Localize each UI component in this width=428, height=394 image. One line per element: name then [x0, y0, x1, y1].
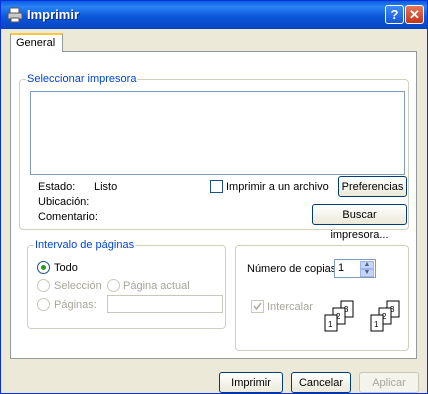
window-title: Imprimir	[27, 7, 80, 22]
print-dialog: Imprimir ? ✕ General Seleccionar impreso…	[0, 0, 428, 394]
tab-general[interactable]: General	[10, 33, 63, 52]
cancel-button[interactable]: Cancelar	[291, 372, 351, 393]
copies-label: Número de copias:	[247, 263, 340, 275]
svg-text:1: 1	[328, 320, 333, 329]
location-label: Ubicación:	[38, 196, 90, 208]
find-printer-button[interactable]: Buscar impresora...	[312, 204, 407, 241]
title-bar[interactable]: Imprimir ? ✕	[1, 1, 427, 29]
pages-label: Páginas:	[54, 299, 97, 311]
print-to-file-checkbox[interactable]	[210, 180, 223, 193]
printer-icon	[7, 7, 23, 23]
print-button[interactable]: Imprimir	[219, 372, 283, 393]
preferences-button[interactable]: Preferencias	[338, 176, 407, 197]
collate-label: Intercalar	[267, 301, 313, 313]
apply-button[interactable]: Aplicar	[359, 372, 419, 393]
radio-selected-dot	[41, 265, 46, 270]
close-button[interactable]: ✕	[405, 5, 424, 24]
check-mark-icon	[253, 302, 262, 311]
pages-radio[interactable]	[37, 298, 50, 311]
collate-pages-icon: 3 2 1	[324, 300, 354, 332]
help-button[interactable]: ?	[385, 5, 404, 24]
all-pages-radio[interactable]	[37, 261, 50, 274]
all-pages-label: Todo	[54, 262, 78, 274]
printer-list[interactable]	[30, 91, 405, 175]
svg-text:1: 1	[374, 320, 379, 329]
current-page-label: Página actual	[123, 280, 190, 292]
current-page-radio[interactable]	[107, 279, 120, 292]
copies-group	[235, 245, 409, 351]
page-range-legend: Intervalo de páginas	[34, 239, 136, 251]
status-value: Listo	[94, 181, 118, 193]
copies-spin-down[interactable]: ▼	[360, 269, 374, 277]
status-label: Estado:	[38, 181, 76, 193]
print-to-file-label: Imprimir a un archivo	[226, 181, 329, 193]
pages-input[interactable]	[107, 295, 223, 313]
copies-spin-up[interactable]: ▲	[360, 261, 374, 269]
collate-checkbox[interactable]	[251, 300, 264, 313]
copies-value: 1	[338, 262, 345, 274]
selection-radio[interactable]	[37, 279, 50, 292]
collate-pages-icon: 3 2 1	[370, 300, 400, 332]
selection-label: Selección	[54, 280, 102, 292]
printer-group-legend: Seleccionar impresora	[26, 73, 138, 85]
comment-label: Comentario:	[38, 211, 98, 223]
